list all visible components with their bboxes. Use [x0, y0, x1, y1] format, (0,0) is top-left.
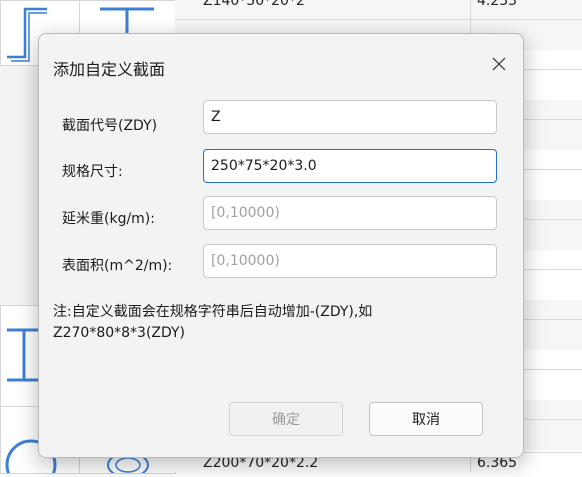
close-button[interactable] — [485, 50, 513, 78]
table-cell-spec: Z140*50*20*2 — [203, 0, 305, 9]
linear-weight-input[interactable] — [203, 196, 497, 230]
linear-weight-label: 延米重(kg/m): — [62, 211, 155, 227]
add-custom-section-dialog: 添加自定义截面 截面代号(ZDY) 规格尺寸: 延米重(kg/m): 表面积(m… — [38, 33, 524, 458]
surface-area-label: 表面积(m^2/m): — [62, 258, 173, 274]
close-icon — [492, 57, 506, 71]
spec-size-input[interactable] — [203, 149, 497, 183]
dialog-title: 添加自定义截面 — [53, 60, 166, 79]
hint-note: 注:自定义截面会在规格字符串后自动增加-(ZDY),如Z270*80*8*3(Z… — [53, 304, 373, 341]
spec-size-label: 规格尺寸: — [62, 164, 123, 180]
table-cell-value: 4.233 — [477, 0, 518, 9]
ok-button[interactable]: 确定 — [229, 402, 343, 436]
cancel-button[interactable]: 取消 — [369, 402, 483, 436]
section-code-input[interactable] — [203, 100, 497, 134]
surface-area-input[interactable] — [203, 244, 497, 278]
section-code-label: 截面代号(ZDY) — [62, 118, 158, 134]
